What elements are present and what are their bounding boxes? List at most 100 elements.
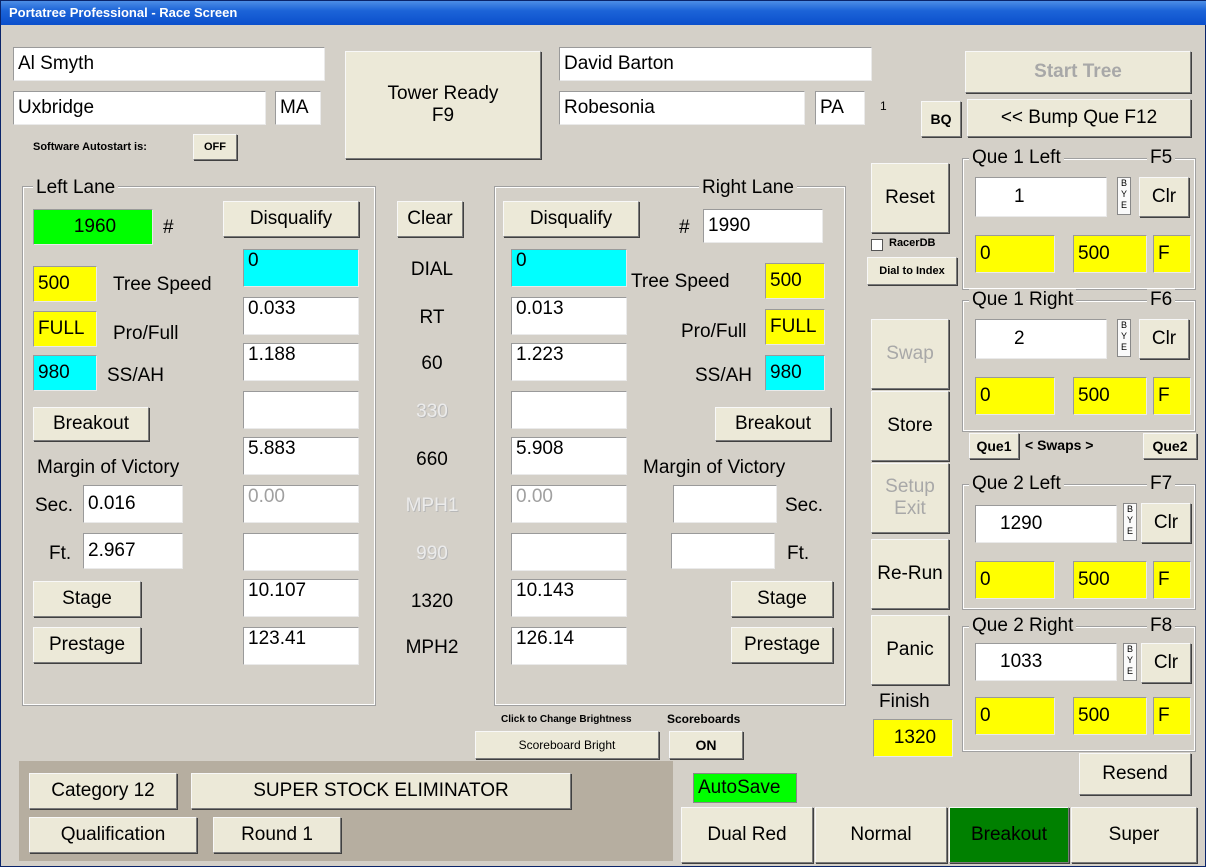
autosave-indicator[interactable]: AutoSave (693, 773, 797, 803)
que-2-left-dial[interactable]: 0 (975, 561, 1055, 599)
right-racer-state[interactable]: PA (815, 91, 865, 125)
right-mph2-value[interactable]: 126.14 (511, 627, 627, 665)
eliminator-display: SUPER STOCK ELIMINATOR (191, 773, 571, 809)
left-ss-ah-value[interactable]: 980 (33, 355, 97, 391)
left-mph2-value[interactable]: 123.41 (243, 627, 359, 665)
right-660-value[interactable]: 5.908 (511, 437, 627, 475)
que-1-left-clr-button[interactable]: Clr (1139, 177, 1189, 217)
right-60-value[interactable]: 1.223 (511, 343, 627, 381)
que-2-left-clr-button[interactable]: Clr (1141, 503, 1191, 543)
right-mph1-value[interactable]: 0.00 (511, 485, 627, 523)
left-330-value[interactable] (243, 391, 359, 429)
title-bar: Portatree Professional - Race Screen (1, 1, 1206, 25)
que-1-left-number[interactable]: 1 (975, 177, 1107, 217)
que-2-left-tree[interactable]: 500 (1073, 561, 1147, 599)
bq-button[interactable]: BQ (921, 101, 961, 137)
panic-button[interactable]: Panic (871, 615, 949, 685)
que-1-right-bye-toggle[interactable]: BYE (1117, 319, 1131, 357)
swap-que1-button[interactable]: Que1 (969, 433, 1019, 459)
right-330-value[interactable] (511, 391, 627, 429)
left-660-value[interactable]: 5.883 (243, 437, 359, 475)
que-1-left-mode[interactable]: F (1153, 235, 1191, 273)
left-mph1-value[interactable]: 0.00 (243, 485, 359, 523)
right-tree-speed-value[interactable]: 500 (765, 263, 825, 299)
left-breakout-button[interactable]: Breakout (33, 407, 149, 441)
store-button[interactable]: Store (871, 391, 949, 461)
left-hash-label: # (163, 217, 174, 238)
right-breakout-button[interactable]: Breakout (715, 407, 831, 441)
start-tree-button[interactable]: Start Tree (965, 51, 1191, 93)
reset-button[interactable]: Reset (871, 163, 949, 233)
left-sec-value[interactable]: 0.016 (83, 485, 183, 523)
que-2-left-number[interactable]: 1290 (975, 505, 1117, 543)
right-1320-value[interactable]: 10.143 (511, 579, 627, 617)
left-lane-number[interactable]: 1960 (33, 209, 153, 245)
right-pro-full-value[interactable]: FULL (765, 309, 825, 345)
mode-breakout-button[interactable]: Breakout (949, 807, 1069, 863)
que-1-left-dial[interactable]: 0 (975, 235, 1055, 273)
que-1-right-mode[interactable]: F (1153, 377, 1191, 415)
left-dial-value[interactable]: 0 (243, 249, 359, 287)
right-tree-speed-label: Tree Speed (631, 271, 730, 292)
clear-button[interactable]: Clear (397, 201, 463, 237)
right-rt-value[interactable]: 0.013 (511, 297, 627, 335)
que-2-right-number[interactable]: 1033 (975, 643, 1117, 681)
finish-value[interactable]: 1320 (873, 719, 953, 757)
que-1-left-bye-toggle[interactable]: BYE (1117, 177, 1131, 215)
right-dial-value[interactable]: 0 (511, 249, 627, 287)
mode-dual-red-button[interactable]: Dual Red (681, 807, 813, 863)
right-ss-ah-value[interactable]: 980 (765, 355, 825, 391)
left-990-value[interactable] (243, 533, 359, 571)
right-prestage-button[interactable]: Prestage (731, 627, 833, 663)
dial-to-index-button[interactable]: Dial to Index (867, 257, 957, 285)
que-2-right-tree[interactable]: 500 (1073, 697, 1147, 735)
left-racer-city[interactable]: Uxbridge (13, 91, 266, 125)
right-lane-number[interactable]: 1990 (703, 209, 823, 243)
bump-que-button[interactable]: << Bump Que F12 (967, 99, 1191, 137)
store-label: Store (887, 415, 933, 436)
swap-button[interactable]: Swap (871, 319, 949, 389)
que-2-right-bye-toggle[interactable]: BYE (1123, 643, 1137, 681)
que-1-left-tree[interactable]: 500 (1073, 235, 1147, 273)
left-prestage-button[interactable]: Prestage (33, 627, 141, 663)
que-2-left-mode[interactable]: F (1153, 561, 1191, 599)
que-1-right-tree[interactable]: 500 (1073, 377, 1147, 415)
right-disqualify-button[interactable]: Disqualify (503, 201, 639, 237)
left-60-value[interactable]: 1.188 (243, 343, 359, 381)
right-racer-city[interactable]: Robesonia (559, 91, 805, 125)
mode-super-button[interactable]: Super (1071, 807, 1197, 863)
left-racer-name[interactable]: Al Smyth (13, 47, 325, 81)
que-1-right-number[interactable]: 2 (975, 319, 1107, 359)
right-ft-value[interactable] (671, 533, 775, 569)
right-racer-name[interactable]: David Barton (559, 47, 872, 81)
left-pro-full-value[interactable]: FULL (33, 311, 97, 347)
que-2-right-dial[interactable]: 0 (975, 697, 1055, 735)
left-1320-value[interactable]: 10.107 (243, 579, 359, 617)
que-2-right-clr-button[interactable]: Clr (1141, 643, 1191, 683)
left-tree-speed-value[interactable]: 500 (33, 266, 97, 302)
tower-ready-button[interactable]: Tower Ready F9 (345, 51, 541, 159)
resend-button[interactable]: Resend (1079, 753, 1191, 795)
right-stage-button[interactable]: Stage (731, 581, 833, 617)
right-sec-value[interactable] (673, 485, 777, 523)
setup-exit-button[interactable]: Setup Exit (871, 463, 949, 533)
mode-normal-button[interactable]: Normal (815, 807, 947, 863)
que-1-right-clr-button[interactable]: Clr (1139, 319, 1189, 359)
left-ft-value[interactable]: 2.967 (83, 533, 183, 569)
right-990-value[interactable] (511, 533, 627, 571)
left-stage-button[interactable]: Stage (33, 581, 141, 617)
que-2-right-mode[interactable]: F (1153, 697, 1191, 735)
racerdb-checkbox[interactable] (871, 239, 883, 251)
swap-que2-button[interactable]: Que2 (1143, 433, 1197, 459)
category-display: Category 12 (29, 773, 177, 809)
left-racer-state[interactable]: MA (275, 91, 321, 125)
scoreboard-hint: Click to Change Brightness (501, 714, 632, 725)
autostart-toggle[interactable]: OFF (193, 134, 237, 160)
scoreboard-state-button[interactable]: ON (669, 731, 743, 759)
left-rt-value[interactable]: 0.033 (243, 297, 359, 335)
rerun-button[interactable]: Re-Run (871, 539, 949, 609)
que-2-left-bye-toggle[interactable]: BYE (1123, 503, 1137, 541)
left-disqualify-button[interactable]: Disqualify (223, 201, 359, 237)
que-1-right-dial[interactable]: 0 (975, 377, 1055, 415)
scoreboard-bright-button[interactable]: Scoreboard Bright (475, 731, 659, 759)
